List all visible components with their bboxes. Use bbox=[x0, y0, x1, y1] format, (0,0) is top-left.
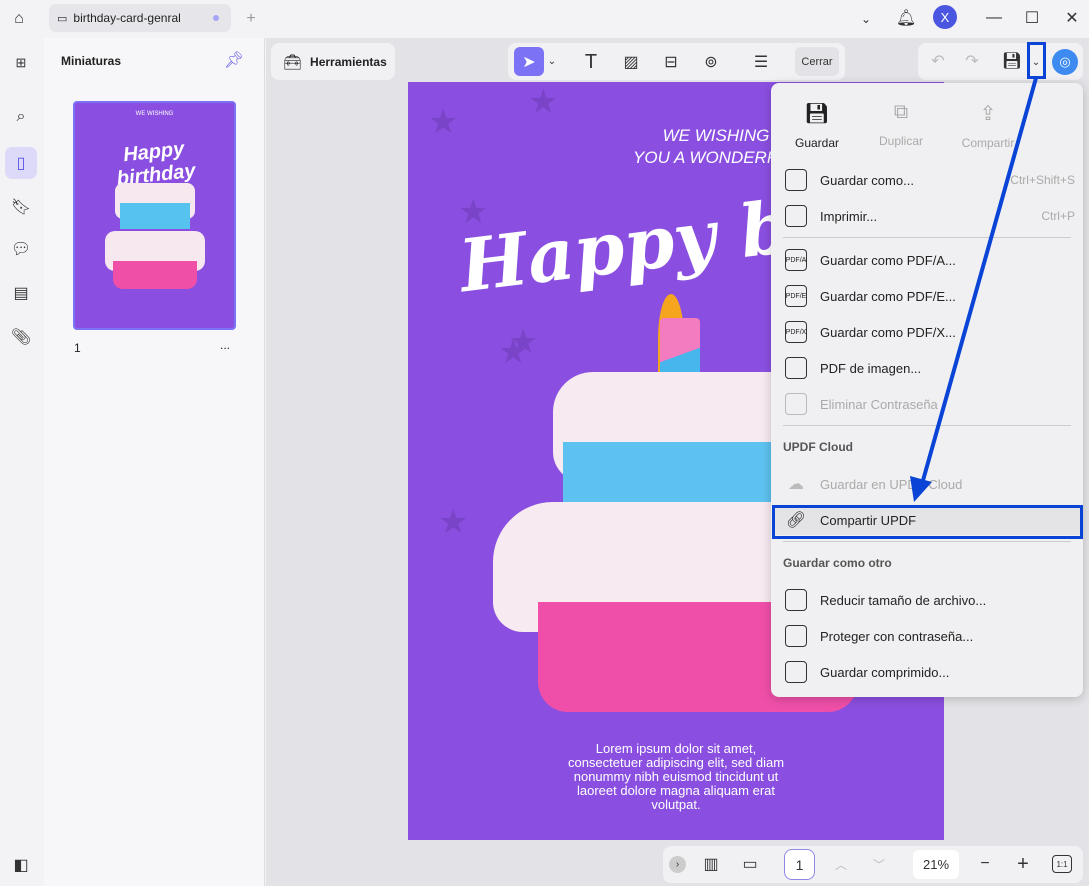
presentation-icon[interactable]: ▭ bbox=[738, 852, 762, 876]
zoom-out-button[interactable]: − bbox=[973, 852, 997, 876]
previous-page-icon[interactable]: ︿ bbox=[829, 852, 853, 876]
page-layout-icon[interactable]: ▥ bbox=[699, 852, 723, 876]
bottom-toolbar: › ▥ ▭ 1 ︿ ﹀ 21% − + 1:1 bbox=[663, 846, 1083, 883]
zoom-in-button[interactable]: + bbox=[1011, 852, 1035, 876]
next-page-icon[interactable]: ﹀ bbox=[867, 852, 891, 876]
page-number-input[interactable]: 1 bbox=[784, 849, 815, 880]
annotation-arrow bbox=[910, 77, 1038, 502]
actual-size-button[interactable]: 1:1 bbox=[1052, 855, 1072, 873]
expand-chevron-icon[interactable]: › bbox=[669, 856, 686, 873]
zoom-level[interactable]: 21% bbox=[913, 850, 959, 879]
